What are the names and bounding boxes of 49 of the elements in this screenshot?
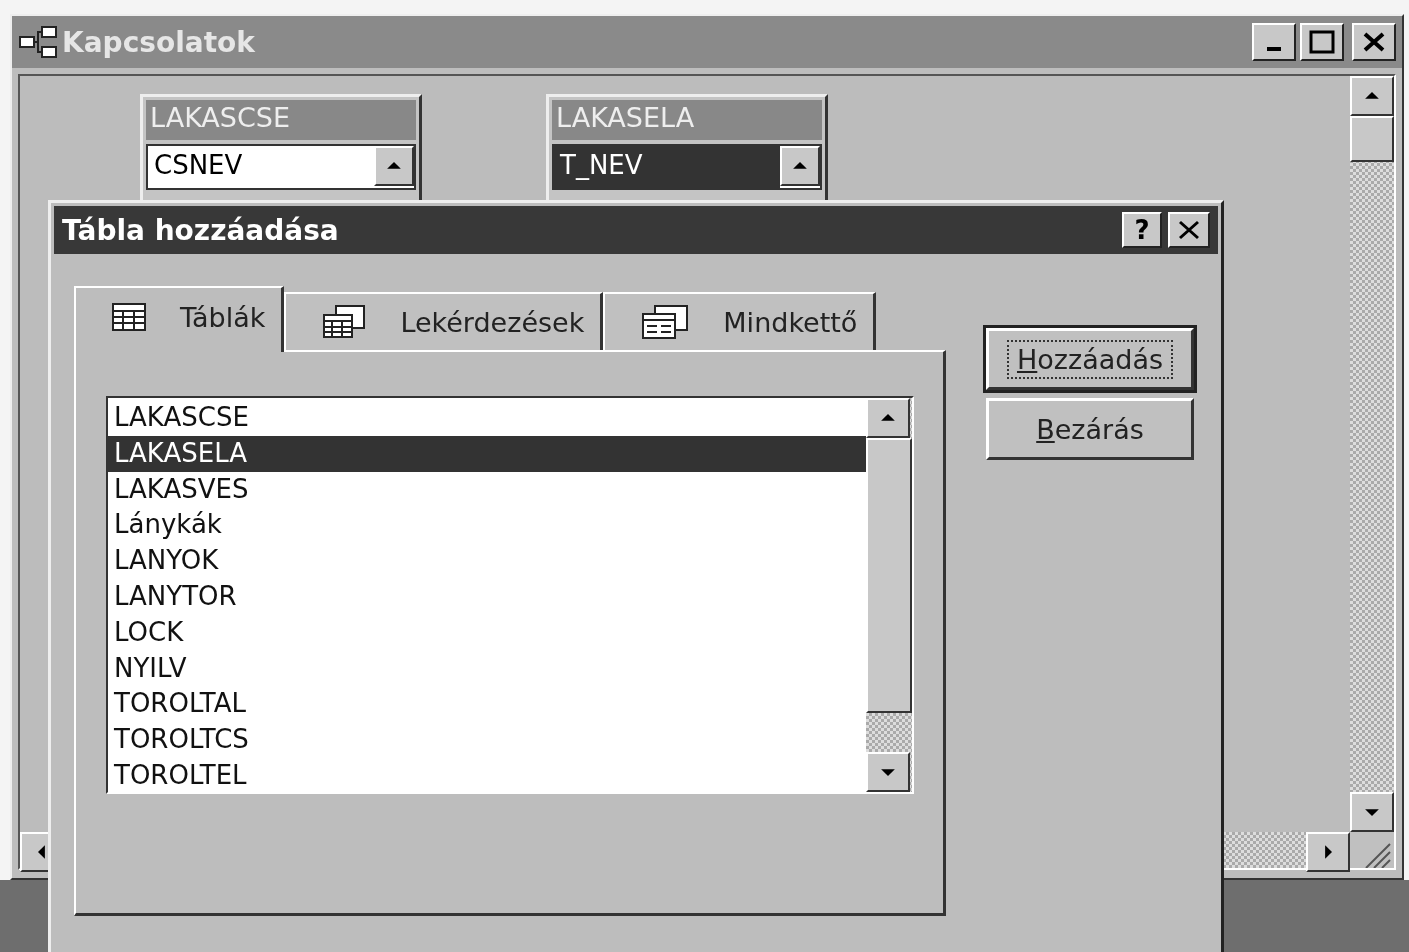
field-list-title: LAKASCSE xyxy=(146,100,416,140)
minimize-icon xyxy=(1267,47,1281,51)
field-list-title: LAKASELA xyxy=(552,100,822,140)
vertical-scrollbar[interactable] xyxy=(866,398,912,792)
minimize-button[interactable] xyxy=(1252,23,1296,61)
list-item[interactable]: LOCK xyxy=(108,614,866,651)
list-item[interactable]: Lánykák xyxy=(108,507,866,544)
list-item[interactable]: LAKASVES xyxy=(108,471,866,508)
list-item[interactable]: LANYOK xyxy=(108,543,866,579)
close-icon xyxy=(1362,31,1386,53)
query-icon xyxy=(322,305,367,339)
scroll-down-button[interactable] xyxy=(1350,792,1394,832)
arrow-icon xyxy=(1365,92,1379,100)
list-item[interactable]: TOROLTEL xyxy=(108,757,866,794)
list-item[interactable]: LAKASCSE xyxy=(108,400,866,436)
close-icon xyxy=(1177,219,1201,241)
close-button[interactable] xyxy=(1168,212,1210,248)
list-item[interactable]: TOROLTAL xyxy=(108,686,866,723)
maximize-icon xyxy=(1309,30,1335,54)
scroll-down-button[interactable] xyxy=(866,752,910,792)
arrow-icon xyxy=(881,414,895,422)
scroll-up-button[interactable] xyxy=(866,398,910,438)
arrow-icon xyxy=(881,768,895,776)
vertical-scrollbar[interactable] xyxy=(1350,76,1394,832)
scroll-thumb[interactable] xyxy=(1350,116,1394,162)
tab[interactable]: Táblák xyxy=(74,286,285,352)
list-item[interactable]: NYILV xyxy=(108,650,866,687)
scroll-up-button[interactable] xyxy=(1350,76,1394,116)
dialog-button[interactable]: Hozzáadás xyxy=(986,328,1194,390)
window-title: Kapcsolatok xyxy=(62,25,256,59)
scroll-thumb[interactable] xyxy=(866,438,912,713)
dialog-button[interactable]: Bezárás xyxy=(986,398,1194,460)
list-item[interactable]: LAKASELA xyxy=(108,435,866,472)
tab[interactable]: Lekérdezések xyxy=(284,292,604,350)
maximize-button[interactable] xyxy=(1300,23,1344,61)
arrow-icon xyxy=(1324,845,1332,859)
scroll-right-button[interactable] xyxy=(1306,832,1350,872)
table-icon xyxy=(112,303,146,331)
tab[interactable]: Mindkettő xyxy=(603,292,877,350)
arrow-icon xyxy=(38,845,46,859)
resize-grip-icon[interactable] xyxy=(1350,832,1394,868)
help-button[interactable]: ? xyxy=(1122,212,1162,248)
arrow-icon xyxy=(1365,808,1379,816)
list-item[interactable]: LANYTOR xyxy=(108,579,866,615)
close-button[interactable] xyxy=(1352,23,1396,61)
list-item[interactable]: TOROLTCS xyxy=(108,722,866,758)
table-list[interactable]: LAKASCSE LAKASELA LAKASVES Lánykák LANYOK LANYTOR LOCK NYILV TOROLTAL TOROLTCS TOROLTEL xyxy=(106,396,914,794)
tables-and-queries-icon xyxy=(641,305,690,339)
relationships-icon xyxy=(18,25,58,59)
